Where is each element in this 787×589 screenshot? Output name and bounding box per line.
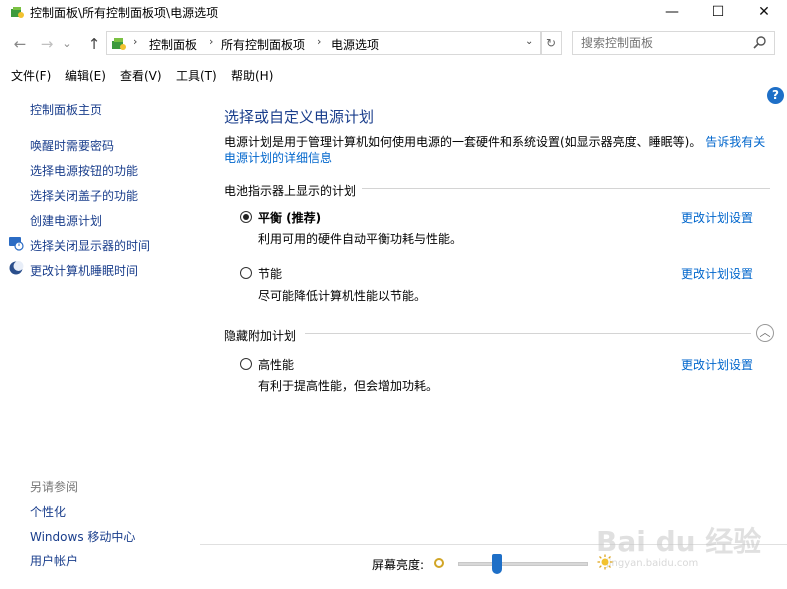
intro-text: 电源计划是用于管理计算机如何使用电源的一套硬件和系统设置(如显示器亮度、睡眠等)… bbox=[224, 134, 776, 166]
plan-saver-change-link[interactable]: 更改计划设置 bbox=[681, 265, 753, 282]
recent-locations-icon[interactable]: ⌄ bbox=[60, 34, 74, 54]
breadcrumb-separator-icon: › bbox=[133, 35, 138, 48]
plan-saver-radio[interactable] bbox=[240, 267, 252, 279]
control-panel-icon bbox=[112, 38, 126, 50]
intro-description: 电源计划是用于管理计算机如何使用电源的一套硬件和系统设置(如显示器亮度、睡眠等)… bbox=[224, 135, 702, 149]
menu-tools[interactable]: 工具(T) bbox=[176, 67, 217, 84]
back-arrow-icon[interactable]: ← bbox=[10, 34, 30, 54]
sidebar-item-sleep-time[interactable]: 更改计算机睡眠时间 bbox=[30, 262, 138, 279]
display-off-icon bbox=[9, 237, 24, 251]
menu-view[interactable]: 查看(V) bbox=[120, 67, 162, 84]
sidebar-item-create-plan[interactable]: 创建电源计划 bbox=[30, 212, 102, 229]
search-input[interactable] bbox=[581, 35, 751, 51]
sleep-moon-icon bbox=[9, 261, 24, 275]
watermark-url: jingyan.baidu.com bbox=[606, 558, 699, 569]
sidebar-item-lid-close[interactable]: 选择关闭盖子的功能 bbox=[30, 187, 138, 204]
breadcrumb-power-options[interactable]: 电源选项 bbox=[331, 36, 379, 53]
close-button[interactable]: ✕ bbox=[741, 0, 787, 24]
sidebar-item-display-off[interactable]: 选择关闭显示器的时间 bbox=[30, 237, 150, 254]
power-options-icon bbox=[11, 7, 24, 18]
breadcrumb-separator-icon: › bbox=[317, 35, 322, 48]
help-icon[interactable]: ? bbox=[767, 87, 784, 104]
window-title: 控制面板\所有控制面板项\电源选项 bbox=[30, 6, 219, 20]
plan-high-radio[interactable] bbox=[240, 358, 252, 370]
search-icon[interactable] bbox=[752, 35, 768, 51]
page-title: 选择或自定义电源计划 bbox=[224, 108, 375, 126]
brightness-label: 屏幕亮度: bbox=[372, 558, 425, 572]
breadcrumb-all-items[interactable]: 所有控制面板项 bbox=[221, 36, 305, 53]
refresh-icon[interactable]: ↻ bbox=[540, 31, 562, 55]
sidebar-item-home[interactable]: 控制面板主页 bbox=[30, 101, 102, 118]
plan-high-name[interactable]: 高性能 bbox=[258, 356, 294, 373]
address-dropdown-icon[interactable]: ⌄ bbox=[525, 36, 533, 47]
brightness-slider-track[interactable] bbox=[458, 562, 588, 566]
section-divider bbox=[362, 188, 770, 189]
breadcrumb-control-panel[interactable]: 控制面板 bbox=[149, 36, 197, 53]
breadcrumb-separator-icon: › bbox=[209, 35, 214, 48]
menu-edit[interactable]: 编辑(E) bbox=[65, 67, 106, 84]
collapse-chevron-up-icon[interactable]: ︿ bbox=[756, 324, 774, 342]
see-also-user-accounts[interactable]: 用户帐户 bbox=[30, 552, 78, 569]
address-bar[interactable]: › 控制面板 › 所有控制面板项 › 电源选项 ⌄ bbox=[106, 31, 542, 55]
plan-high-desc: 有利于提高性能，但会增加功耗。 bbox=[258, 379, 439, 393]
section-hidden-title: 隐藏附加计划 bbox=[224, 329, 297, 343]
forward-arrow-icon[interactable]: → bbox=[37, 34, 57, 54]
up-arrow-icon[interactable]: ↑ bbox=[84, 34, 104, 54]
see-also-personalization[interactable]: 个性化 bbox=[30, 503, 66, 520]
plan-saver-desc: 尽可能降低计算机性能以节能。 bbox=[258, 289, 427, 303]
dim-sun-icon bbox=[434, 558, 444, 568]
watermark-logo: Bai du 经验 bbox=[596, 525, 762, 558]
plan-balanced-radio[interactable] bbox=[240, 211, 252, 223]
see-also-mobility-center[interactable]: Windows 移动中心 bbox=[30, 528, 135, 545]
search-box[interactable] bbox=[572, 31, 775, 55]
plan-high-change-link[interactable]: 更改计划设置 bbox=[681, 356, 753, 373]
bright-sun-icon bbox=[597, 554, 613, 570]
minimize-button[interactable]: — bbox=[649, 0, 695, 24]
plan-balanced-name[interactable]: 平衡 (推荐) bbox=[258, 209, 321, 226]
sidebar-item-wake-password[interactable]: 唤醒时需要密码 bbox=[30, 137, 114, 154]
plan-balanced-change-link[interactable]: 更改计划设置 bbox=[681, 209, 753, 226]
brightness-slider-thumb[interactable] bbox=[492, 554, 502, 574]
sidebar-item-power-button[interactable]: 选择电源按钮的功能 bbox=[30, 162, 138, 179]
menu-file[interactable]: 文件(F) bbox=[11, 67, 51, 84]
see-also-title: 另请参阅 bbox=[30, 480, 79, 494]
plan-saver-name[interactable]: 节能 bbox=[258, 265, 282, 282]
section-divider bbox=[305, 333, 751, 334]
section-battery-title: 电池指示器上显示的计划 bbox=[224, 184, 357, 198]
maximize-button[interactable]: ☐ bbox=[695, 0, 741, 24]
plan-balanced-desc: 利用可用的硬件自动平衡功耗与性能。 bbox=[258, 232, 463, 246]
title-bar: 控制面板\所有控制面板项\电源选项 — ☐ ✕ bbox=[0, 0, 787, 24]
menu-help[interactable]: 帮助(H) bbox=[231, 67, 273, 84]
